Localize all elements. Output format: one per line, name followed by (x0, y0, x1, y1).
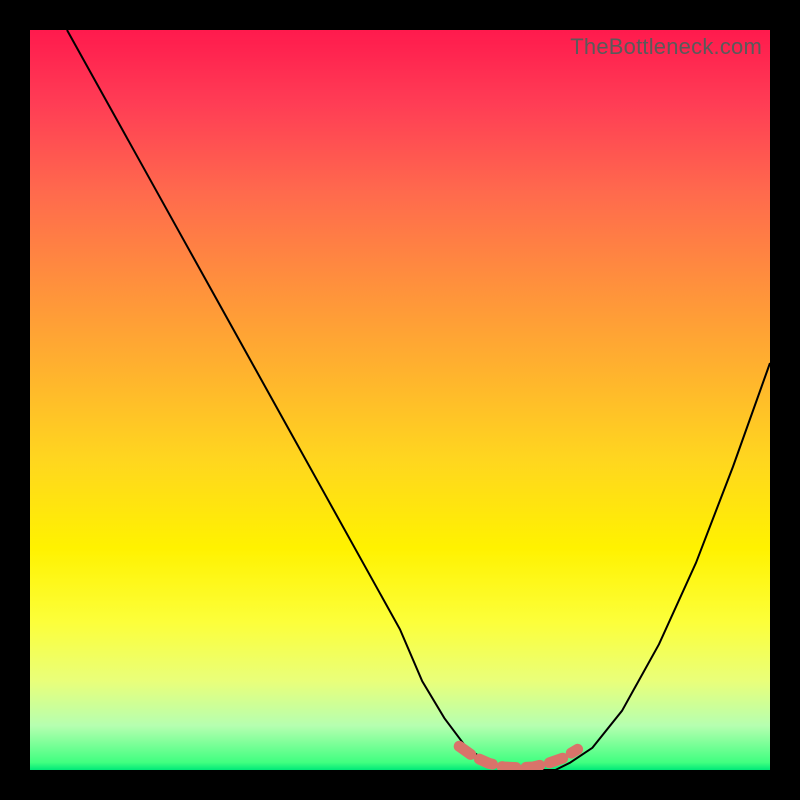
plot-area: TheBottleneck.com (30, 30, 770, 770)
bottleneck-curve-svg (30, 30, 770, 770)
optimal-segment-path (459, 746, 577, 768)
chart-container: TheBottleneck.com (0, 0, 800, 800)
bottleneck-curve-path (67, 30, 770, 770)
